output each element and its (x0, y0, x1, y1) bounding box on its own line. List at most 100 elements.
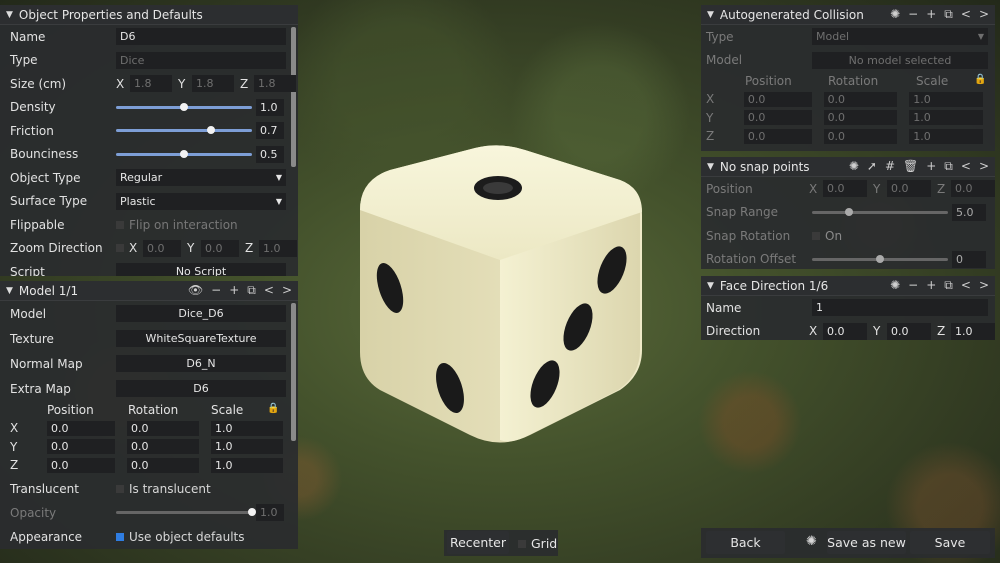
collision-model-button[interactable]: No model selected (812, 51, 988, 69)
size-y-input[interactable]: 1.8 (192, 75, 234, 93)
zoom-x-input[interactable]: 0.0 (143, 239, 181, 257)
bounciness-value[interactable]: 0.5 (256, 145, 284, 163)
model-header[interactable]: ▼ Model 1/1 👁 − + ⧉ < > (0, 281, 298, 301)
scale-input[interactable]: 1.0 (909, 91, 983, 107)
snap-range-slider[interactable] (812, 204, 948, 221)
snap-x-input[interactable]: 0.0 (823, 180, 867, 198)
direction-x-input[interactable]: 0.0 (823, 322, 867, 340)
debug-bug-icon[interactable]: ✺ (806, 534, 817, 549)
bug-icon[interactable]: ✺ (890, 278, 900, 293)
pointer-icon[interactable]: ➚ (867, 159, 877, 174)
next-icon[interactable]: > (979, 159, 989, 174)
appearance-checkbox[interactable] (116, 532, 124, 541)
density-slider-knob[interactable] (180, 102, 188, 111)
duplicate-icon[interactable]: ⧉ (944, 278, 953, 293)
opacity-slider[interactable] (116, 504, 256, 521)
bounciness-slider-knob[interactable] (180, 149, 188, 158)
pos-input[interactable]: 0.0 (47, 439, 115, 455)
collision-header[interactable]: ▼ Autogenerated Collision ✺ − + ⧉ < > (701, 5, 995, 25)
script-button[interactable]: No Script (116, 263, 286, 276)
size-x-input[interactable]: 1.8 (130, 75, 172, 93)
pos-input[interactable]: 0.0 (743, 128, 812, 144)
rot-input[interactable]: 0.0 (823, 128, 898, 144)
scale-input[interactable]: 1.0 (909, 110, 983, 126)
plus-icon[interactable]: + (229, 283, 239, 298)
snap-rotation-checkbox[interactable] (812, 231, 820, 240)
next-icon[interactable]: > (979, 278, 989, 293)
texture-select-button[interactable]: WhiteSquareTexture (116, 330, 286, 347)
rotation-offset-value[interactable]: 0 (952, 250, 986, 268)
plus-icon[interactable]: + (926, 7, 936, 22)
collision-type-dropdown[interactable]: Model ▼ (812, 28, 988, 46)
zoom-z-input[interactable]: 1.0 (259, 239, 297, 257)
bounciness-slider[interactable] (116, 146, 252, 163)
collapse-triangle-icon[interactable]: ▼ (6, 286, 13, 296)
collapse-triangle-icon[interactable]: ▼ (707, 281, 714, 291)
pos-input[interactable]: 0.0 (743, 110, 812, 126)
collapse-triangle-icon[interactable]: ▼ (6, 10, 13, 20)
friction-slider-knob[interactable] (207, 126, 216, 135)
opacity-slider-knob[interactable] (248, 508, 256, 516)
duplicate-icon[interactable]: ⧉ (944, 7, 953, 22)
density-value[interactable]: 1.0 (256, 98, 284, 116)
plus-icon[interactable]: + (926, 159, 936, 174)
normal-map-select-button[interactable]: D6_N (116, 355, 286, 372)
trash-icon[interactable]: 🗑 (903, 159, 918, 174)
rot-input[interactable]: 0.0 (823, 91, 898, 107)
name-input[interactable]: D6 (116, 28, 286, 46)
next-icon[interactable]: > (979, 7, 989, 22)
snap-y-input[interactable]: 0.0 (887, 180, 931, 198)
grid-icon[interactable]: # (885, 159, 895, 174)
bug-icon[interactable]: ✺ (849, 159, 859, 174)
save-as-new-button[interactable]: Save as new (827, 531, 906, 554)
prev-icon[interactable]: < (961, 278, 971, 293)
size-z-input[interactable]: 1.8 (254, 75, 296, 93)
minus-icon[interactable]: − (211, 283, 221, 298)
rot-input[interactable]: 0.0 (127, 420, 199, 436)
face-name-input[interactable]: 1 (812, 299, 988, 317)
opacity-value[interactable]: 1.0 (256, 504, 284, 521)
recenter-button[interactable]: Recenter (447, 531, 509, 554)
model-select-button[interactable]: Dice_D6 (116, 305, 286, 322)
rot-input[interactable]: 0.0 (127, 457, 199, 473)
snap-range-value[interactable]: 5.0 (952, 203, 986, 221)
translucent-checkbox[interactable] (116, 484, 124, 493)
prev-icon[interactable]: < (264, 283, 274, 298)
prev-icon[interactable]: < (961, 7, 971, 22)
zoom-y-input[interactable]: 0.0 (201, 239, 239, 257)
rotation-offset-slider-knob[interactable] (876, 254, 884, 263)
scale-input[interactable]: 1.0 (211, 457, 283, 473)
flip-checkbox[interactable] (116, 220, 124, 229)
eye-icon[interactable]: 👁 (188, 283, 203, 298)
lock-icon[interactable]: 🔒 (974, 74, 986, 90)
rotation-offset-slider[interactable] (812, 251, 948, 268)
duplicate-icon[interactable]: ⧉ (247, 283, 256, 298)
grid-toggle[interactable]: Grid (518, 536, 557, 551)
friction-value[interactable]: 0.7 (256, 122, 284, 140)
zoom-direction-checkbox[interactable] (116, 244, 124, 253)
plus-icon[interactable]: + (926, 278, 936, 293)
snap-z-input[interactable]: 0.0 (951, 180, 995, 198)
density-slider[interactable] (116, 99, 252, 116)
collapse-triangle-icon[interactable]: ▼ (707, 10, 714, 20)
extra-map-select-button[interactable]: D6 (116, 380, 286, 397)
lock-icon[interactable]: 🔒 (267, 403, 279, 419)
object-properties-header[interactable]: ▼ Object Properties and Defaults (0, 5, 298, 25)
direction-z-input[interactable]: 1.0 (951, 322, 995, 340)
minus-icon[interactable]: − (908, 7, 918, 22)
next-icon[interactable]: > (282, 283, 292, 298)
dice-preview[interactable] (350, 140, 650, 450)
back-button[interactable]: Back (706, 531, 785, 554)
bug-icon[interactable]: ✺ (890, 7, 900, 22)
object-type-dropdown[interactable]: Regular ▼ (116, 169, 286, 187)
prev-icon[interactable]: < (961, 159, 971, 174)
pos-input[interactable]: 0.0 (47, 457, 115, 473)
scale-input[interactable]: 1.0 (909, 128, 983, 144)
grid-checkbox[interactable] (518, 539, 526, 548)
minus-icon[interactable]: − (908, 278, 918, 293)
rot-input[interactable]: 0.0 (823, 110, 898, 126)
face-direction-header[interactable]: ▼ Face Direction 1/6 ✺ − + ⧉ < > (701, 276, 995, 296)
rot-input[interactable]: 0.0 (127, 439, 199, 455)
surface-type-dropdown[interactable]: Plastic ▼ (116, 192, 286, 210)
collapse-triangle-icon[interactable]: ▼ (707, 162, 714, 172)
